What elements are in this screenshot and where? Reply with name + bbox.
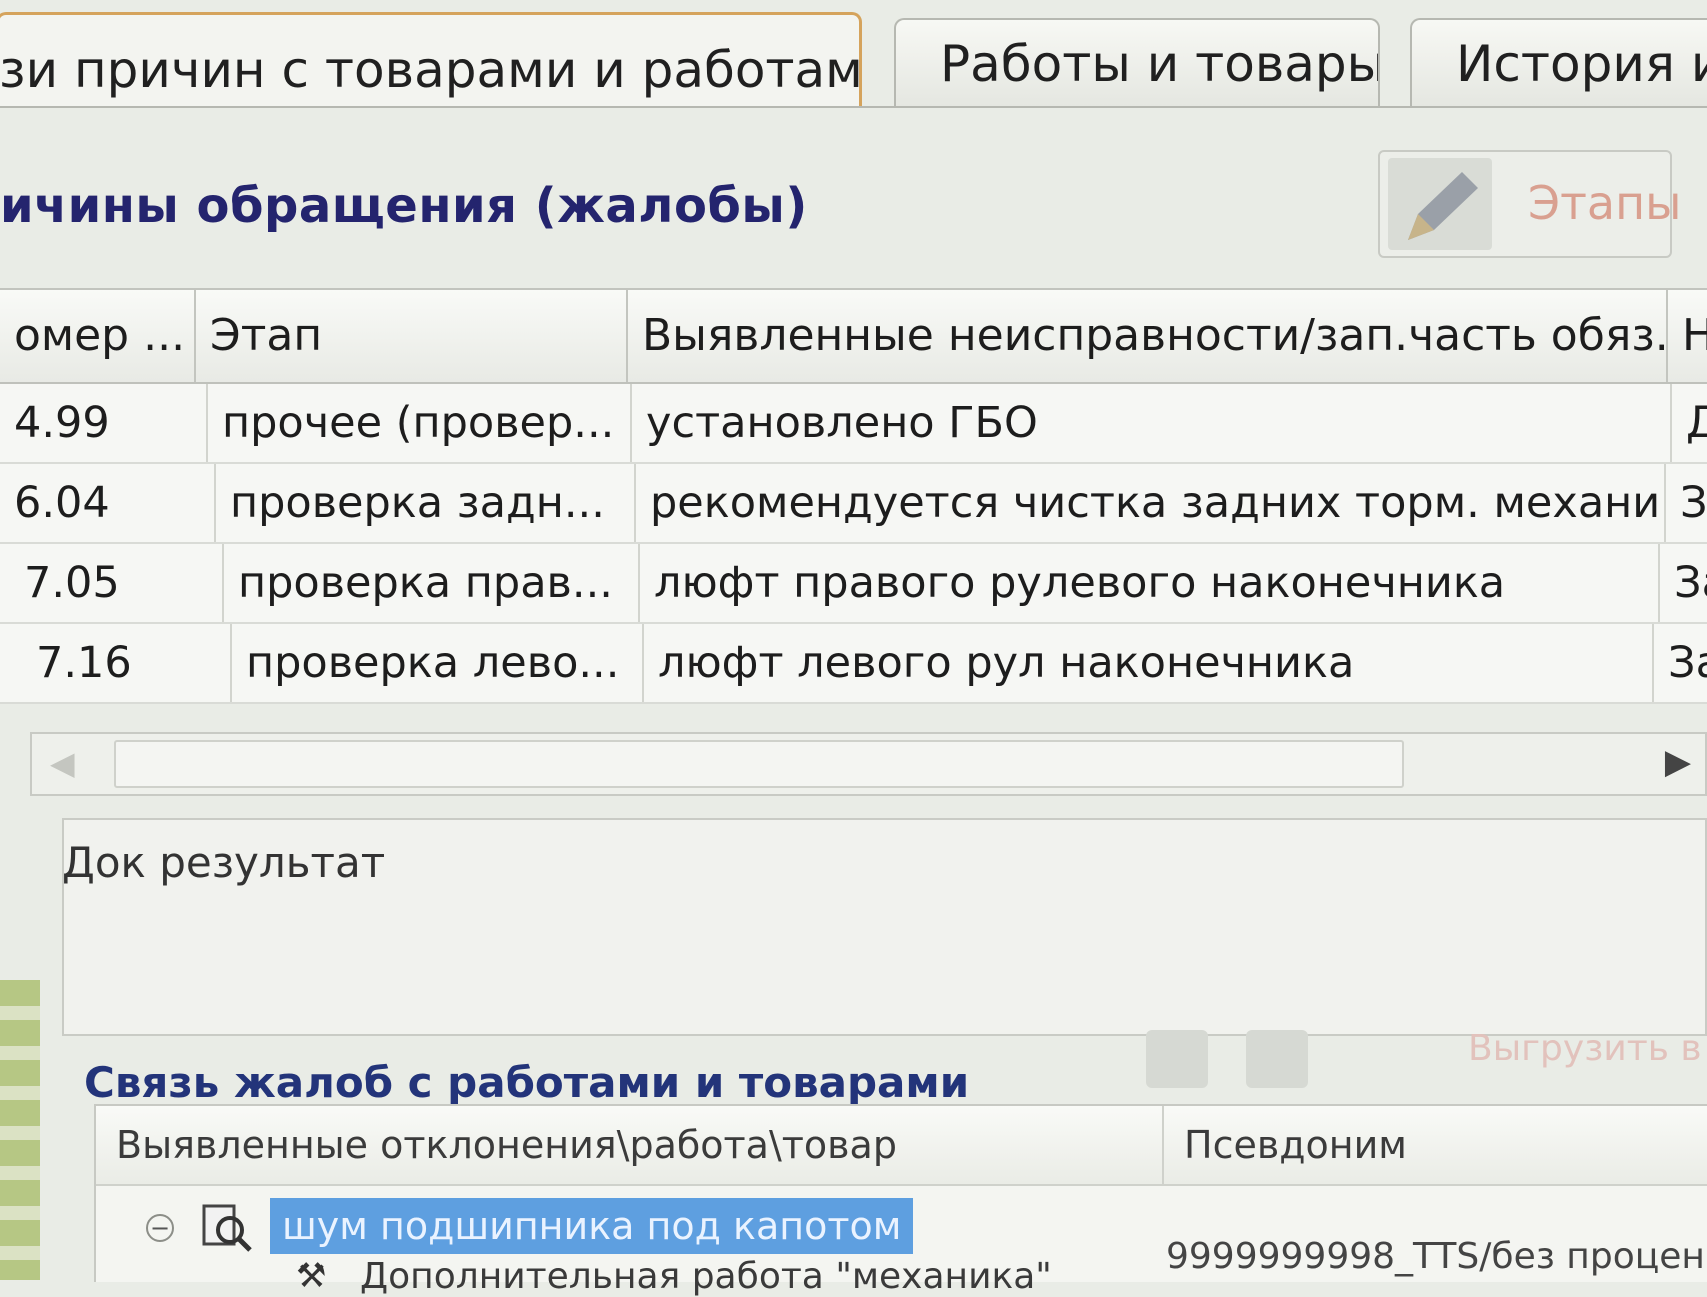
export-button[interactable]: Выгрузить в Д (1468, 1028, 1707, 1069)
copy-icon[interactable] (1246, 1030, 1308, 1088)
tab-works-goods[interactable]: Работы и товары (894, 18, 1380, 106)
column-header-fault[interactable]: Выявленные неисправности/зап.часть обяз.… (628, 290, 1668, 382)
tab-complaint-links[interactable]: зи причин с товарами и работами (0, 12, 862, 108)
cell-stage: прочее (провер... (208, 384, 632, 462)
tree-column-alias[interactable]: Псевдоним (1162, 1106, 1707, 1184)
cell-number: 4.99 (0, 384, 208, 462)
column-header-number[interactable]: омер ... (0, 290, 196, 382)
cell-extra: За... (1668, 638, 1707, 688)
cell-number: 7.05 (0, 544, 224, 622)
cell-fault: установлено ГБО (632, 384, 1672, 462)
cell-stage: проверка лево... (232, 624, 644, 702)
cell-extra: За (1674, 558, 1707, 608)
tree-child-item[interactable]: Дополнительная работа "механика" (360, 1256, 1052, 1297)
cell-number: 7.16 (0, 624, 232, 702)
complaints-grid: омер ... Этап Выявленные неисправности/з… (0, 288, 1707, 796)
magnifier-doc-icon (200, 1200, 254, 1254)
scroll-left-icon[interactable]: ◀ (50, 744, 75, 782)
cell-number: 6.04 (0, 464, 216, 542)
links-section-title: Связь жалоб с работами и товарами (84, 1058, 970, 1107)
grid-header: омер ... Этап Выявленные неисправности/з… (0, 290, 1707, 384)
tree-node-selected[interactable]: шум подшипника под капотом (270, 1198, 914, 1254)
tab-strip: зи причин с товарами и работами Работы и… (0, 0, 1707, 108)
tree-column-deviation[interactable]: Выявленные отклонения\работа\товар (96, 1106, 1162, 1184)
left-edge-decor (0, 980, 40, 1280)
stages-button-label: Этапы (1528, 176, 1682, 230)
wrench-icon: ⚒ (296, 1256, 327, 1296)
stages-button[interactable]: Этапы (1378, 150, 1682, 258)
scroll-right-icon[interactable]: ▶ (1665, 742, 1691, 782)
links-tree: Выявленные отклонения\работа\товар Псевд… (94, 1104, 1707, 1297)
pencil-icon (1388, 158, 1492, 250)
doc-result-label: Док результат (62, 838, 386, 887)
column-header-stage[interactable]: Этап (196, 290, 628, 382)
cell-extra: За (1680, 478, 1707, 528)
table-row[interactable]: 6.04 проверка задн... рекомендуется чист… (0, 464, 1707, 544)
table-row[interactable]: 4.99 прочее (провер... установлено ГБО Д (0, 384, 1707, 464)
cell-fault: люфт правого рулевого наконечника (640, 544, 1660, 622)
tab-divider (0, 106, 1707, 108)
cell-extra: Д (1686, 398, 1707, 448)
column-header-extra[interactable]: Н (1668, 290, 1707, 382)
table-row[interactable]: 7.16 проверка лево... люфт левого рул на… (0, 624, 1707, 704)
link-icon[interactable] (1146, 1030, 1208, 1088)
cell-stage: проверка задн... (216, 464, 636, 542)
table-row[interactable]: 7.05 проверка прав... люфт правого рулев… (0, 544, 1707, 624)
cell-fault: рекомендуется чистка задних торм. механи… (636, 464, 1666, 542)
scrollbar-thumb[interactable] (114, 740, 1404, 788)
tree-header: Выявленные отклонения\работа\товар Псевд… (96, 1106, 1707, 1186)
cell-stage: проверка прав... (224, 544, 640, 622)
section-title: ичины обращения (жалобы) (0, 178, 808, 234)
tab-history[interactable]: История из (1410, 18, 1707, 106)
collapse-icon[interactable]: − (146, 1214, 174, 1242)
tree-node-alias: 9999999998_TTS/без проценки (1166, 1236, 1707, 1277)
cell-fault: люфт левого рул наконечника (644, 624, 1654, 702)
horizontal-scrollbar[interactable]: ◀ ▶ (30, 732, 1707, 796)
